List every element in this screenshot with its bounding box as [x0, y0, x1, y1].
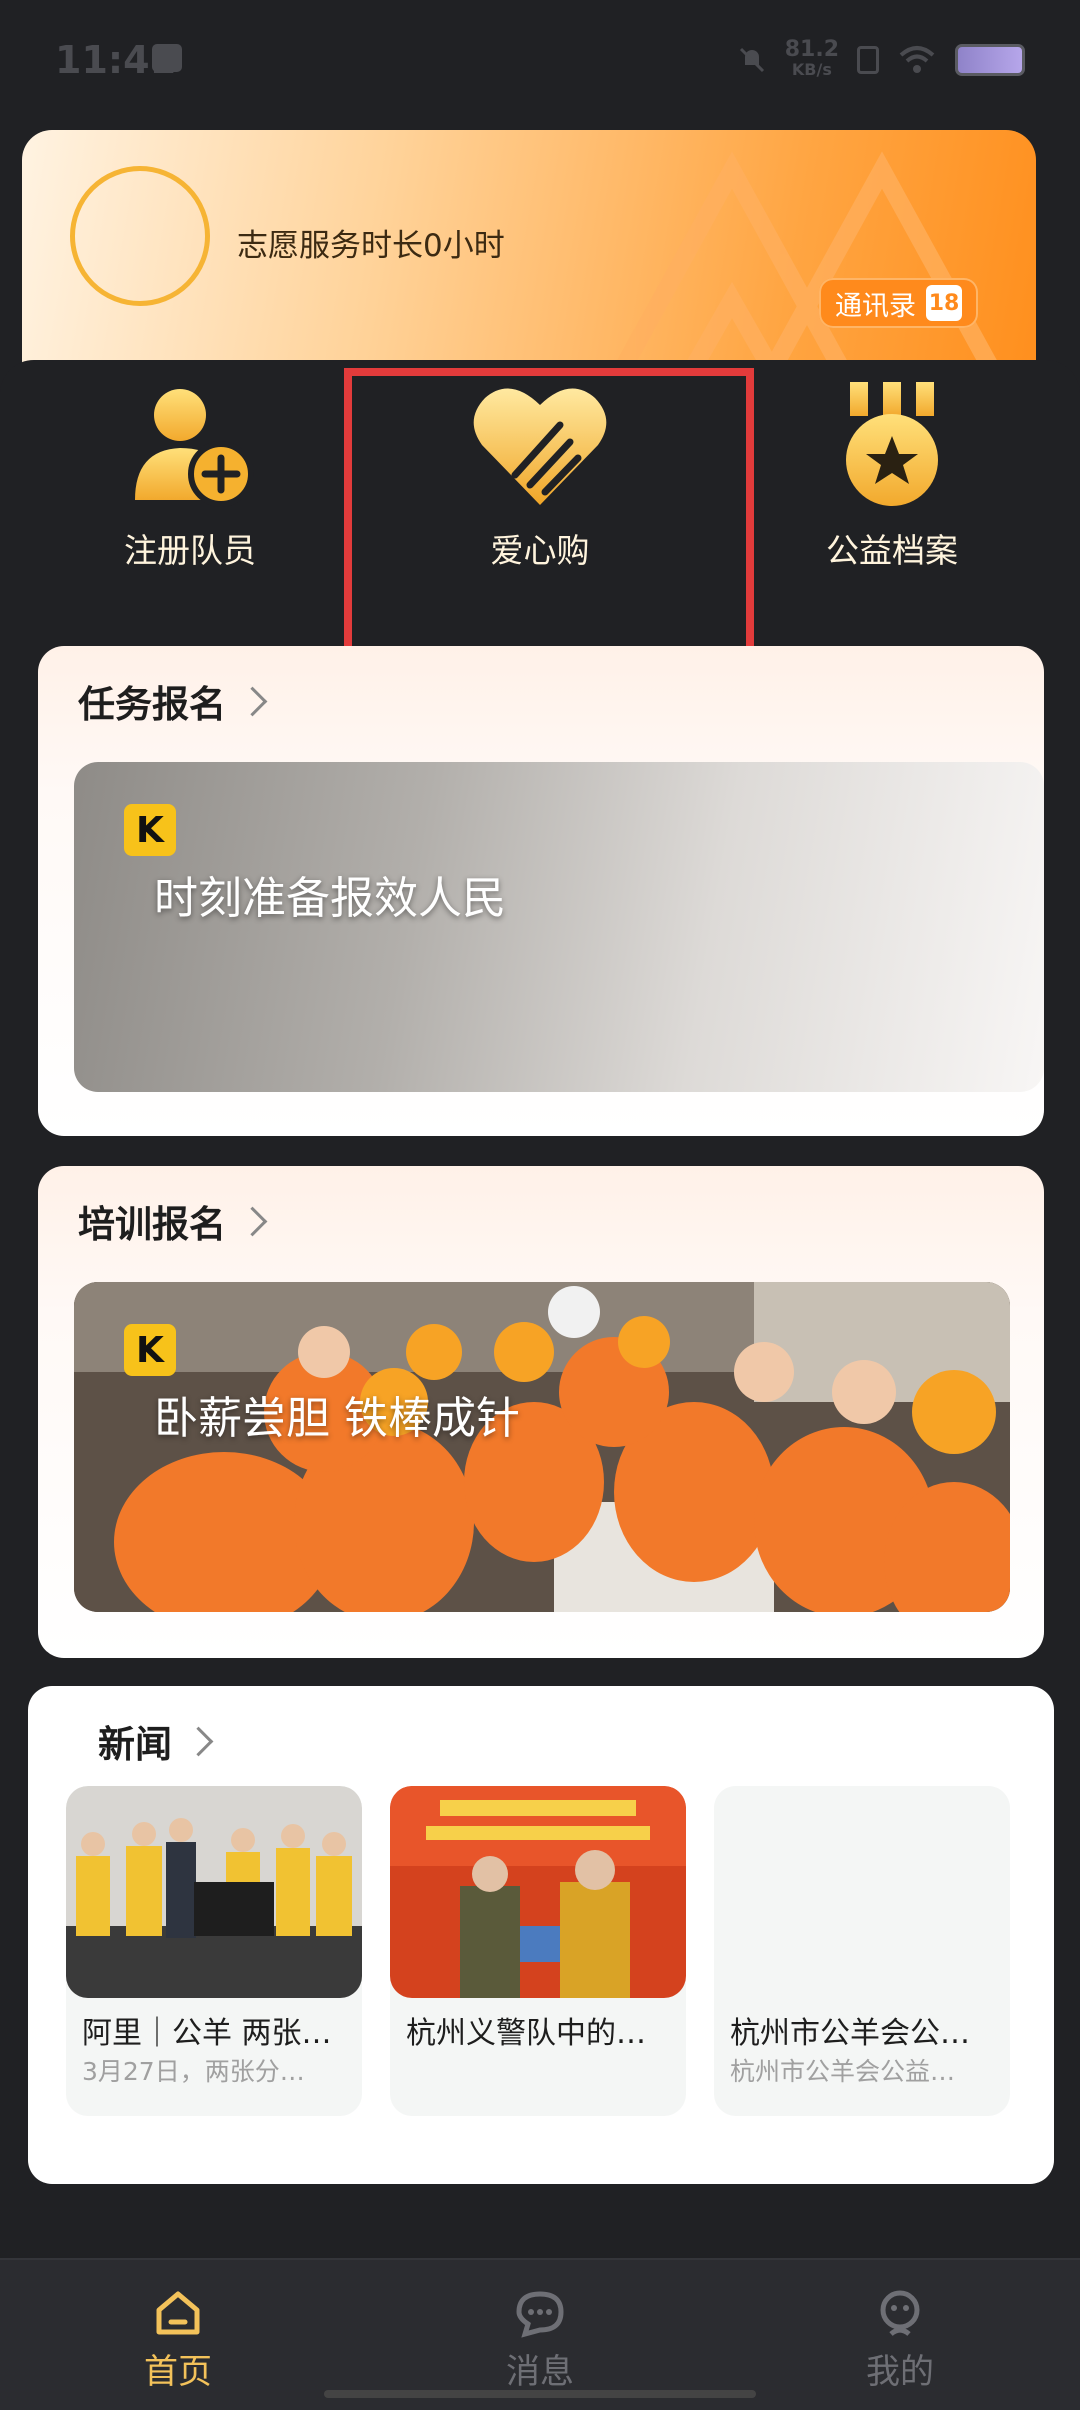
- contacts-icon: 18: [926, 285, 962, 321]
- register-member-button[interactable]: 注册队员: [40, 380, 340, 610]
- network-speed: 81.2 KB/s: [784, 37, 839, 80]
- nav-home-label: 首页: [144, 2352, 212, 2392]
- chat-icon: [516, 2291, 564, 2338]
- nav-messages-label: 消息: [506, 2352, 574, 2392]
- contacts-button[interactable]: 通讯录 18: [819, 278, 978, 328]
- news-item-subtitle: 杭州市公羊会公益…: [730, 2057, 956, 2086]
- chevron-right-icon: [237, 1206, 268, 1236]
- news-item[interactable]: 杭州市公羊会公… 杭州市公羊会公益…: [714, 1786, 1010, 2116]
- nfc-icon: [857, 46, 879, 74]
- news-item-title: 阿里｜公羊 两张…: [82, 2016, 332, 2051]
- wifi-icon: [899, 46, 935, 73]
- news-thumbnail: [390, 1786, 686, 1998]
- notification-icon: [152, 44, 182, 72]
- training-signup-title: 培训报名: [78, 1203, 226, 1246]
- nav-home[interactable]: 首页: [78, 2288, 278, 2393]
- news-item-title: 杭州市公羊会公…: [730, 2016, 970, 2051]
- chevron-right-icon: [183, 1726, 214, 1756]
- volunteer-banner[interactable]: 志愿服务时长0小时 通讯录 18: [22, 130, 1036, 390]
- charity-records-label: 公益档案: [826, 531, 958, 570]
- volunteer-hours: 志愿服务时长0小时: [237, 228, 505, 264]
- highlight-box: [344, 368, 754, 658]
- nav-profile[interactable]: 我的: [800, 2288, 1000, 2393]
- battery-icon: [955, 44, 1025, 76]
- status-right: 81.2 KB/s: [737, 37, 1025, 80]
- news-thumbnail: [66, 1786, 362, 1998]
- charity-records-button[interactable]: 公益档案: [742, 380, 1042, 610]
- k-logo-icon: K: [124, 804, 176, 856]
- register-member-label: 注册队员: [124, 531, 256, 570]
- task-signup-card: 任务报名 K 时刻准备报效人民: [38, 646, 1044, 1136]
- news-item-subtitle: 3月27日，两张分…: [82, 2057, 305, 2086]
- task-banner-text: 时刻准备报效人民: [154, 873, 506, 924]
- training-banner[interactable]: K 卧薪尝胆 铁棒成针: [74, 1282, 1010, 1612]
- training-banner-text: 卧薪尝胆 铁棒成针: [154, 1393, 520, 1444]
- task-signup-title: 任务报名: [78, 683, 226, 726]
- avatar-circle[interactable]: [70, 166, 210, 306]
- home-icon: [156, 2291, 200, 2335]
- news-header[interactable]: 新闻: [98, 1714, 214, 1768]
- contacts-label: 通讯录: [835, 290, 916, 322]
- news-item[interactable]: 阿里｜公羊 两张… 3月27日，两张分…: [66, 1786, 362, 2116]
- training-photo: [74, 1282, 1010, 1612]
- training-signup-card: 培训报名 K 卧薪尝胆 铁棒成针: [38, 1166, 1044, 1658]
- home-indicator: [324, 2390, 756, 2398]
- nav-profile-label: 我的: [866, 2352, 934, 2392]
- add-user-icon: [135, 389, 254, 507]
- news-item-title: 杭州义警队中的…: [406, 2016, 646, 2051]
- bottom-nav: 首页 消息 我的: [0, 2258, 1080, 2410]
- task-banner[interactable]: K 时刻准备报效人民: [74, 762, 1044, 1092]
- k-logo-icon: K: [124, 1324, 176, 1376]
- task-signup-header[interactable]: 任务报名: [78, 674, 268, 728]
- medal-icon: [846, 382, 938, 506]
- news-card: 新闻 阿里｜公羊 两张… 3月27日，两张分… 杭州义警队中的… 杭州市公羊会公…: [28, 1686, 1054, 2184]
- chevron-right-icon: [237, 686, 268, 716]
- profile-icon: [880, 2290, 920, 2336]
- nav-messages[interactable]: 消息: [440, 2288, 640, 2393]
- ram-logo-watermark-icon: [614, 151, 1000, 375]
- news-thumbnail: [714, 1786, 1010, 1998]
- training-signup-header[interactable]: 培训报名: [78, 1194, 268, 1248]
- mute-icon: [739, 47, 764, 73]
- news-title: 新闻: [98, 1723, 172, 1766]
- status-bar: 11:41 81.2 KB/s: [0, 0, 1080, 120]
- news-item[interactable]: 杭州义警队中的…: [390, 1786, 686, 2116]
